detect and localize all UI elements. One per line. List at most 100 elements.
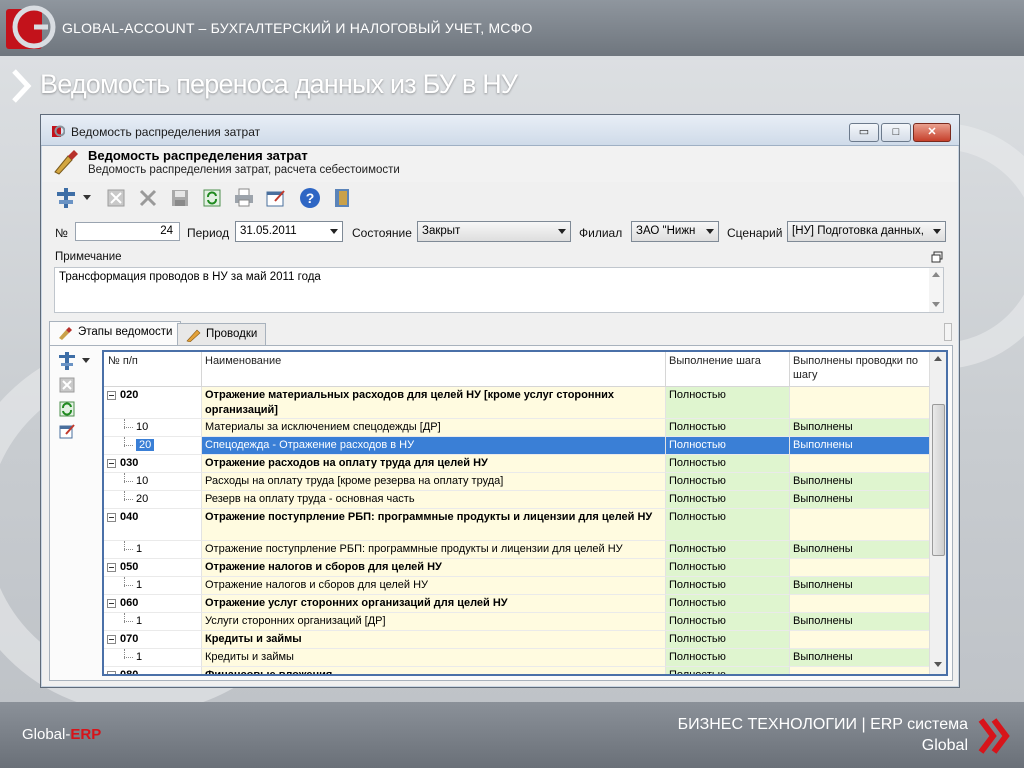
cell-postings-done[interactable] bbox=[789, 559, 932, 577]
cell-name[interactable]: Отражение материальных расходов для целе… bbox=[201, 387, 665, 419]
cell-number[interactable]: 060 bbox=[104, 595, 201, 613]
cell-execution[interactable]: Полностью bbox=[665, 541, 789, 559]
tab-postings[interactable]: Проводки bbox=[177, 323, 267, 345]
cell-postings-done[interactable] bbox=[789, 455, 932, 473]
cell-number[interactable]: 050 bbox=[104, 559, 201, 577]
side-edit-button[interactable] bbox=[58, 422, 76, 440]
cell-postings-done[interactable]: Выполнены bbox=[789, 491, 932, 509]
grid-row[interactable]: 10 Материалы за исключением спецодежды [Д… bbox=[104, 419, 932, 437]
cell-execution[interactable]: Полностью bbox=[665, 667, 789, 674]
help-button[interactable]: ? bbox=[298, 186, 322, 210]
disabled-box-button[interactable] bbox=[104, 186, 128, 210]
cell-execution[interactable]: Полностью bbox=[665, 419, 789, 437]
column-header-execution[interactable]: Выполнение шага bbox=[669, 354, 761, 368]
cell-name[interactable]: Расходы на оплату труда [кроме резерва н… bbox=[201, 473, 665, 491]
grid-group-row[interactable]: 070 Кредиты и займы Полностью bbox=[104, 631, 932, 649]
cell-postings-done[interactable] bbox=[789, 631, 932, 649]
grid-group-row[interactable]: 030 Отражение расходов на оплату труда дл… bbox=[104, 455, 932, 473]
delete-button[interactable] bbox=[136, 186, 160, 210]
cell-name[interactable]: Отражение услуг сторонних организаций дл… bbox=[201, 595, 665, 613]
window-titlebar[interactable]: Ведомость распределения затрат ▭ □ ✕ bbox=[41, 115, 959, 146]
grid-row[interactable]: 10 Расходы на оплату труда [кроме резерва… bbox=[104, 473, 932, 491]
grid-row[interactable]: 20 Резерв на оплату труда - основная част… bbox=[104, 491, 932, 509]
collapse-icon[interactable] bbox=[107, 671, 116, 674]
close-button[interactable]: ✕ bbox=[913, 123, 951, 142]
side-disabled-button[interactable] bbox=[58, 376, 76, 394]
grid-group-row[interactable]: 080 Финансовые вложения Полностью bbox=[104, 667, 932, 674]
cell-name[interactable]: Услуги сторонних организаций [ДР] bbox=[201, 613, 665, 631]
cell-number[interactable]: 040 bbox=[104, 509, 201, 541]
cell-number[interactable]: 080 bbox=[104, 667, 201, 674]
column-header-name[interactable]: Наименование bbox=[205, 354, 281, 368]
cell-name[interactable]: Отражение налогов и сборов для целей НУ bbox=[201, 559, 665, 577]
exit-button[interactable] bbox=[330, 186, 354, 210]
cell-number[interactable]: 030 bbox=[104, 455, 201, 473]
side-dropdown-button[interactable] bbox=[80, 352, 92, 370]
minimize-button[interactable]: ▭ bbox=[849, 123, 879, 142]
cell-number[interactable]: 1 bbox=[104, 649, 201, 667]
structure-dropdown-button[interactable] bbox=[80, 186, 94, 210]
branch-select[interactable]: ЗАО "Нижн bbox=[631, 221, 719, 242]
grid-row[interactable]: 1 Отражение налогов и сборов для целей НУ… bbox=[104, 577, 932, 595]
collapse-icon[interactable] bbox=[107, 635, 116, 644]
cell-name[interactable]: Материалы за исключением спецодежды [ДР] bbox=[201, 419, 665, 437]
cell-execution[interactable]: Полностью bbox=[665, 631, 789, 649]
period-date-picker[interactable]: 31.05.2011 bbox=[235, 221, 343, 242]
cell-postings-done[interactable]: Выполнены bbox=[789, 437, 932, 455]
state-select[interactable]: Закрыт bbox=[417, 221, 571, 242]
grid-row[interactable]: 1 Услуги сторонних организаций [ДР] Полнос… bbox=[104, 613, 932, 631]
cell-number[interactable]: 1 bbox=[104, 577, 201, 595]
cell-number[interactable]: 10 bbox=[104, 419, 201, 437]
cell-execution[interactable]: Полностью bbox=[665, 387, 789, 419]
collapse-icon[interactable] bbox=[107, 391, 116, 400]
cell-number[interactable]: 20 bbox=[104, 437, 201, 455]
grid-scroll-thumb[interactable] bbox=[932, 404, 945, 556]
grid-scrollbar[interactable] bbox=[929, 352, 946, 674]
cell-execution[interactable]: Полностью bbox=[665, 509, 789, 541]
scenario-select[interactable]: [НУ] Подготовка данных, bbox=[787, 221, 946, 242]
collapse-icon[interactable] bbox=[107, 563, 116, 572]
cell-name[interactable]: Кредиты и займы bbox=[201, 649, 665, 667]
structure-button[interactable] bbox=[54, 186, 78, 210]
grid-row[interactable]: 1 Отражение поступрление РБП: программные… bbox=[104, 541, 932, 559]
collapse-icon[interactable] bbox=[107, 599, 116, 608]
save-button[interactable] bbox=[168, 186, 192, 210]
note-scrollbar[interactable] bbox=[929, 268, 943, 312]
cell-postings-done[interactable]: Выполнены bbox=[789, 649, 932, 667]
cell-number[interactable]: 1 bbox=[104, 613, 201, 631]
tab-stages[interactable]: Этапы ведомости bbox=[49, 321, 182, 345]
cell-execution[interactable]: Полностью bbox=[665, 613, 789, 631]
grid-group-row[interactable]: 020 Отражение материальных расходов для ц… bbox=[104, 387, 932, 419]
cell-name[interactable]: Финансовые вложения bbox=[201, 667, 665, 674]
cell-name[interactable]: Отражение поступрление РБП: программные … bbox=[201, 541, 665, 559]
grid-group-row[interactable]: 040 Отражение поступрление РБП: программн… bbox=[104, 509, 932, 541]
grid-group-row[interactable]: 060 Отражение услуг сторонних организаций… bbox=[104, 595, 932, 613]
column-header-number[interactable]: № п/п bbox=[108, 354, 138, 368]
grid-row[interactable]: 20 Спецодежда - Отражение расходов в НУ По… bbox=[104, 437, 932, 455]
cell-execution[interactable]: Полностью bbox=[665, 437, 789, 455]
column-header-postings-done[interactable]: Выполнены проводки по шагу bbox=[793, 354, 929, 382]
number-field[interactable]: 24 bbox=[75, 222, 180, 241]
cell-number[interactable]: 10 bbox=[104, 473, 201, 491]
grid-row[interactable]: 1 Кредиты и займы Полностью Выполнены bbox=[104, 649, 932, 667]
stages-grid[interactable]: № п/п Наименование Выполнение шага Выпол… bbox=[102, 350, 948, 676]
cell-execution[interactable]: Полностью bbox=[665, 455, 789, 473]
cell-name[interactable]: Кредиты и займы bbox=[201, 631, 665, 649]
cell-name[interactable]: Отражение расходов на оплату труда для ц… bbox=[201, 455, 665, 473]
cell-postings-done[interactable]: Выполнены bbox=[789, 419, 932, 437]
cell-name[interactable]: Резерв на оплату труда - основная часть bbox=[201, 491, 665, 509]
side-refresh-button[interactable] bbox=[58, 400, 76, 418]
cell-postings-done[interactable]: Выполнены bbox=[789, 613, 932, 631]
note-textarea[interactable]: Трансформация проводов в НУ за май 2011 … bbox=[54, 267, 944, 313]
restore-panel-icon[interactable] bbox=[931, 251, 943, 263]
cell-postings-done[interactable]: Выполнены bbox=[789, 473, 932, 491]
cell-postings-done[interactable]: Выполнены bbox=[789, 577, 932, 595]
cell-number[interactable]: 020 bbox=[104, 387, 201, 419]
cell-name[interactable]: Спецодежда - Отражение расходов в НУ bbox=[201, 437, 665, 455]
cell-name[interactable]: Отражение налогов и сборов для целей НУ bbox=[201, 577, 665, 595]
cell-execution[interactable]: Полностью bbox=[665, 473, 789, 491]
cell-name[interactable]: Отражение поступрление РБП: программные … bbox=[201, 509, 665, 541]
cell-number[interactable]: 1 bbox=[104, 541, 201, 559]
refresh-button[interactable] bbox=[200, 186, 224, 210]
cell-postings-done[interactable] bbox=[789, 595, 932, 613]
